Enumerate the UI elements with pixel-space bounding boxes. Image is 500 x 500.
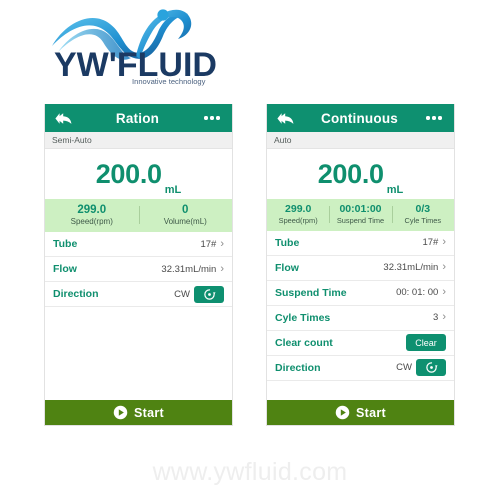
row-tube-value: 17# xyxy=(422,237,439,249)
row-suspend-time-label: Suspend Time xyxy=(275,286,347,299)
row-direction-value: CW xyxy=(174,288,190,300)
chevron-right-icon: › xyxy=(442,236,446,249)
chevron-right-icon: › xyxy=(442,286,446,299)
row-flow[interactable]: Flow 32.31mL/min › xyxy=(267,255,454,281)
primary-volume-unit: mL xyxy=(164,184,182,196)
start-button-label: Start xyxy=(356,405,386,420)
stat-cycle-times-label: Cyle Times xyxy=(404,215,442,225)
row-flow-value: 32.31mL/min xyxy=(383,262,439,274)
start-button-label: Start xyxy=(134,405,164,420)
clockwise-rotation-icon[interactable] xyxy=(194,285,224,303)
row-direction[interactable]: Direction CW xyxy=(267,355,454,381)
clockwise-rotation-icon[interactable] xyxy=(416,359,446,377)
row-tube-value: 17# xyxy=(200,238,217,250)
stat-suspend-time-label: Suspend Time xyxy=(336,215,385,225)
panel-title: Ration xyxy=(115,110,160,126)
row-tube[interactable]: Tube 17# › xyxy=(267,230,454,256)
stats-band: 299.0 Speed(rpm) 00:01:00 Suspend Time 0… xyxy=(267,199,454,231)
back-icon[interactable] xyxy=(53,107,75,129)
stat-speed: 299.0 Speed(rpm) xyxy=(267,203,329,225)
stat-volume-value: 0 xyxy=(182,204,189,216)
stat-speed-label: Speed(rpm) xyxy=(70,216,113,226)
row-tube-label: Tube xyxy=(53,238,78,251)
stats-band: 299.0 Speed(rpm) 0 Volume(mL) xyxy=(45,199,233,233)
primary-volume-display: 200.0 mL xyxy=(45,149,232,199)
more-dots-icon[interactable] xyxy=(422,107,446,129)
start-button[interactable]: Start xyxy=(267,400,454,425)
row-tube-label: Tube xyxy=(275,236,300,249)
stat-speed-value: 299.0 xyxy=(77,204,107,216)
stat-cycle-times: 0/3 Cyle Times xyxy=(391,203,454,225)
stat-volume: 0 Volume(mL) xyxy=(138,204,233,226)
logo-tagline: Innovative technology xyxy=(132,77,206,86)
play-circle-icon xyxy=(113,405,128,420)
submode-label: Semi-Auto xyxy=(45,132,232,149)
settings-list: Tube 17# › Flow 32.31mL/min › Direction … xyxy=(45,232,232,308)
primary-volume-display: 200.0 mL xyxy=(267,149,454,199)
row-flow-label: Flow xyxy=(53,263,77,276)
stat-suspend-time-value: 00:01:00 xyxy=(339,203,382,215)
submode-label: Auto xyxy=(267,132,454,149)
row-flow-value: 32.31mL/min xyxy=(161,263,217,275)
more-dots-icon[interactable] xyxy=(200,107,224,129)
stat-cycle-times-value: 0/3 xyxy=(415,203,431,215)
stat-speed-value: 299.0 xyxy=(285,203,312,215)
stat-volume-label: Volume(mL) xyxy=(163,216,207,226)
row-clear-count-label: Clear count xyxy=(275,336,333,349)
panel-ration: Ration Semi-Auto 200.0 mL 299.0 Speed(rp… xyxy=(44,104,233,426)
row-clear-count[interactable]: Clear count Clear xyxy=(267,330,454,356)
site-watermark: www.ywfluid.com xyxy=(152,458,348,486)
chevron-right-icon: › xyxy=(220,262,224,275)
brand-logo: YW'FLUID Innovative technology xyxy=(48,2,258,86)
row-cycle-times[interactable]: Cyle Times 3 › xyxy=(267,305,454,331)
row-flow[interactable]: Flow 32.31mL/min › xyxy=(45,257,232,283)
chevron-right-icon: › xyxy=(442,261,446,274)
row-direction-label: Direction xyxy=(275,361,321,374)
play-circle-icon xyxy=(335,405,350,420)
app-screenshot: YW'FLUID Innovative technology Ration Se… xyxy=(0,0,500,500)
row-direction-value: CW xyxy=(396,362,412,374)
water-swoosh-icon: YW'FLUID Innovative technology xyxy=(52,9,217,86)
primary-volume-number: 200.0 xyxy=(95,158,162,189)
primary-volume-unit: mL xyxy=(386,184,404,196)
stat-speed-label: Speed(rpm) xyxy=(278,215,318,225)
row-tube[interactable]: Tube 17# › xyxy=(45,232,232,258)
settings-list: Tube 17# › Flow 32.31mL/min › Suspend Ti… xyxy=(267,230,454,381)
panel-continuous: Continuous Auto 200.0 mL 299.0 Speed(rpm… xyxy=(266,104,455,426)
panel-title: Continuous xyxy=(321,110,398,126)
stat-suspend-time: 00:01:00 Suspend Time xyxy=(329,203,391,225)
row-cycle-times-value: 3 xyxy=(433,312,439,324)
stat-speed: 299.0 Speed(rpm) xyxy=(45,204,139,226)
primary-volume-number: 200.0 xyxy=(317,158,384,189)
panel-ration-header: Ration xyxy=(45,104,232,132)
row-direction-label: Direction xyxy=(53,288,99,301)
back-icon[interactable] xyxy=(275,107,297,129)
chevron-right-icon: › xyxy=(220,237,224,250)
row-direction[interactable]: Direction CW xyxy=(45,282,232,308)
row-flow-label: Flow xyxy=(275,261,299,274)
panel-spacer xyxy=(267,380,454,400)
row-suspend-time[interactable]: Suspend Time 00: 01: 00 › xyxy=(267,280,454,306)
clear-button[interactable]: Clear xyxy=(406,334,446,352)
panel-continuous-header: Continuous xyxy=(267,104,454,132)
row-suspend-time-value: 00: 01: 00 xyxy=(396,287,439,299)
row-cycle-times-label: Cyle Times xyxy=(275,311,331,324)
chevron-right-icon: › xyxy=(442,311,446,324)
start-button[interactable]: Start xyxy=(45,400,232,425)
panel-spacer xyxy=(45,307,232,400)
